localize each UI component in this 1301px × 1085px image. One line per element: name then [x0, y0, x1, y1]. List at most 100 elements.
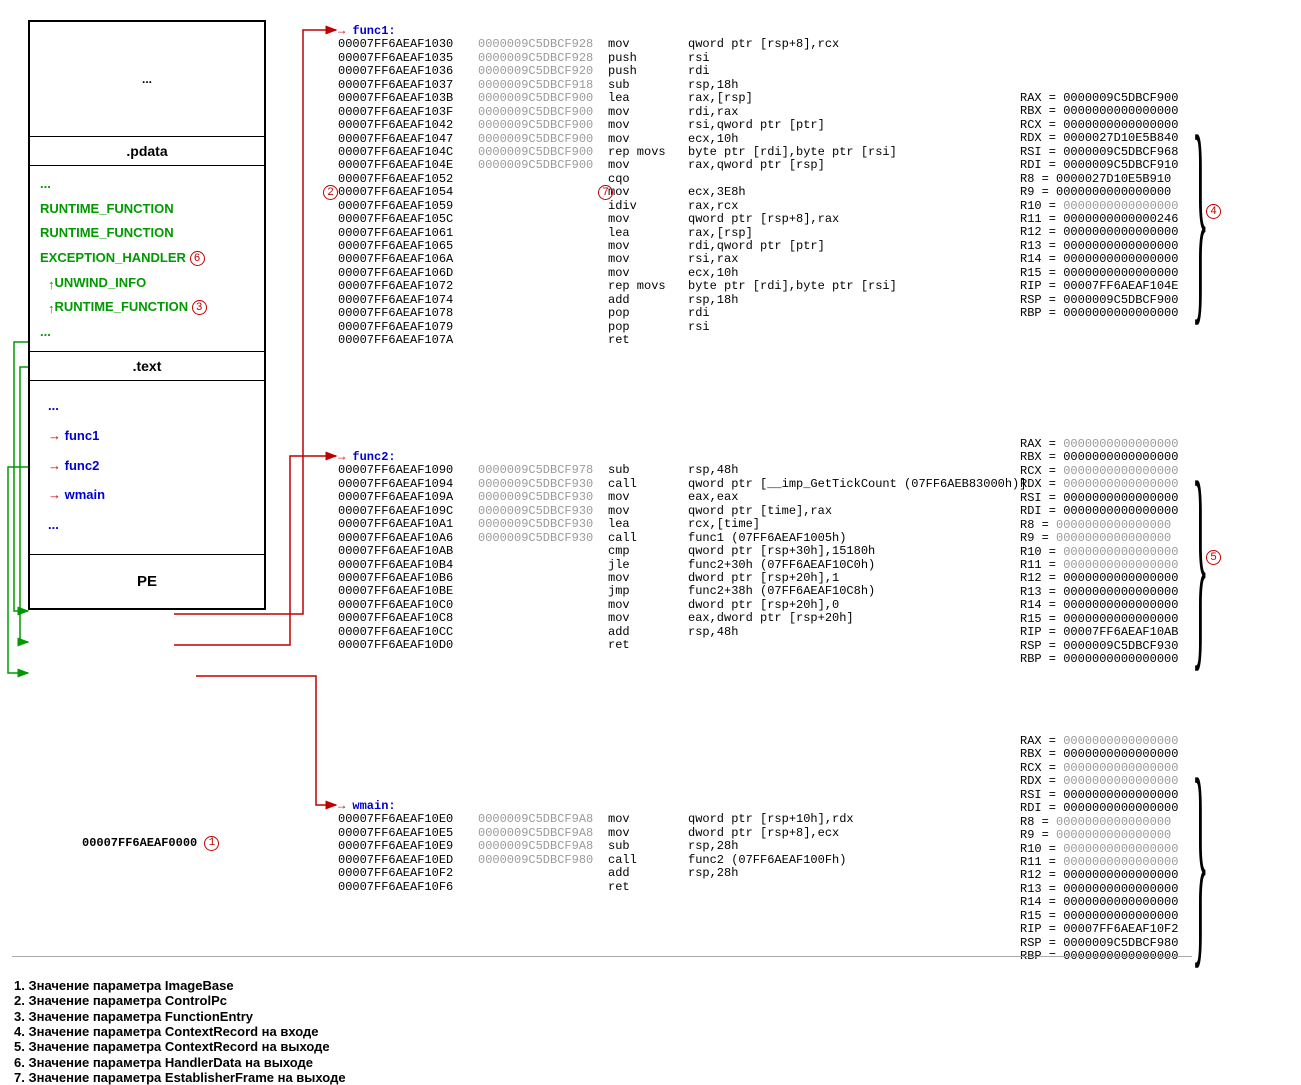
pdata-item-runtime-function: ↑RUNTIME_FUNCTION 3: [48, 295, 254, 320]
register-row: R14 = 0000000000000000: [1020, 599, 1178, 612]
register-row: R13 = 0000000000000000: [1020, 240, 1178, 253]
func2-rows: 00007FF6AEAF10900000009C5DBCF978subrsp,4…: [338, 464, 1026, 652]
brace-icon: }: [1192, 745, 1209, 975]
disasm-row: 00007FF6AEAF10350000009C5DBCF928pushrsi: [338, 52, 897, 65]
disasm-row: 00007FF6AEAF10360000009C5DBCF920pushrdi: [338, 65, 897, 78]
text-section-header: .text: [30, 352, 264, 381]
pdata-item: ...: [40, 320, 254, 345]
disasm-row: 00007FF6AEAF106Dmovecx,10h: [338, 267, 897, 280]
register-row: R10 = 0000000000000000: [1020, 200, 1178, 213]
register-row: RIP = 00007FF6AEAF10AB: [1020, 626, 1178, 639]
marker-1: 1: [204, 836, 219, 851]
marker-5: 5: [1206, 550, 1221, 565]
pdata-section-header: .pdata: [30, 137, 264, 166]
pe-layout-table: ... .pdata ... RUNTIME_FUNCTION RUNTIME_…: [28, 20, 266, 610]
pdata-body: ... RUNTIME_FUNCTION RUNTIME_FUNCTION EX…: [30, 166, 264, 352]
pdata-item-exception-handler: EXCEPTION_HANDLER 6: [40, 246, 254, 271]
disasm-row: 00007FF6AEAF10C8moveax,dword ptr [rsp+20…: [338, 612, 1026, 625]
marker-6: 6: [190, 251, 205, 266]
register-row: RBX = 0000000000000000: [1020, 105, 1178, 118]
register-row: R8 = 0000027D10E5B910: [1020, 173, 1178, 186]
disasm-row: 00007FF6AEAF10E50000009C5DBCF9A8movdword…: [338, 827, 854, 840]
disasm-row: 00007FF6AEAF10420000009C5DBCF900movrsi,q…: [338, 119, 897, 132]
pdata-item: ...: [40, 172, 254, 197]
disasm-row: 00007FF6AEAF10900000009C5DBCF978subrsp,4…: [338, 464, 1026, 477]
register-row: R9 = 0000000000000000: [1020, 186, 1178, 199]
disasm-row: 00007FF6AEAF10BEjmpfunc2+38h (07FF6AEAF1…: [338, 585, 1026, 598]
disasm-row: 00007FF6AEAF1052cqo: [338, 173, 897, 186]
register-row: R12 = 0000000000000000: [1020, 572, 1178, 585]
register-row: R13 = 0000000000000000: [1020, 883, 1178, 896]
disasm-row: 00007FF6AEAF103B0000009C5DBCF900learax,[…: [338, 92, 897, 105]
disasm-row: 00007FF6AEAF10A10000009C5DBCF930learcx,[…: [338, 518, 1026, 531]
disasm-row: 00007FF6AEAF109C0000009C5DBCF930movqword…: [338, 505, 1026, 518]
legend-item: 1. Значение параметра ImageBase: [14, 978, 346, 993]
disasm-row: 00007FF6AEAF1061learax,[rsp]: [338, 227, 897, 240]
wmain-rows: 00007FF6AEAF10E00000009C5DBCF9A8movqword…: [338, 813, 854, 894]
register-row: RSP = 0000009C5DBCF930: [1020, 640, 1178, 653]
disasm-row: 00007FF6AEAF10D0ret: [338, 639, 1026, 652]
register-row: RDX = 0000027D10E5B840: [1020, 132, 1178, 145]
registers-block-3: RAX = 0000000000000000RBX = 000000000000…: [1020, 735, 1178, 963]
disasm-row: 00007FF6AEAF10A60000009C5DBCF930callfunc…: [338, 532, 1026, 545]
pdata-item-unwind-info: ↑UNWIND_INFO: [48, 271, 254, 296]
func1-label: func1:: [352, 24, 395, 38]
legend-item: 4. Значение параметра ContextRecord на в…: [14, 1024, 346, 1039]
register-row: RSI = 0000000000000000: [1020, 789, 1178, 802]
register-row: R8 = 0000000000000000: [1020, 519, 1178, 532]
register-row: R8 = 0000000000000000: [1020, 816, 1178, 829]
disasm-row: 00007FF6AEAF1079poprsi: [338, 321, 897, 334]
legend-item: 5. Значение параметра ContextRecord на в…: [14, 1039, 346, 1054]
disasm-row: 00007FF6AEAF10B6movdword ptr [rsp+20h],1: [338, 572, 1026, 585]
register-row: R15 = 0000000000000000: [1020, 613, 1178, 626]
disasm-row: 00007FF6AEAF103F0000009C5DBCF900movrdi,r…: [338, 106, 897, 119]
register-row: R10 = 0000000000000000: [1020, 546, 1178, 559]
brace-icon: }: [1192, 448, 1209, 678]
register-row: RBX = 0000000000000000: [1020, 451, 1178, 464]
divider: [12, 956, 1192, 957]
disasm-row: 00007FF6AEAF107Aret: [338, 334, 897, 347]
brace-icon: }: [1192, 102, 1209, 332]
registers-block-1: RAX = 0000009C5DBCF900RBX = 000000000000…: [1020, 92, 1178, 320]
register-row: RAX = 0000000000000000: [1020, 735, 1178, 748]
disasm-row: 00007FF6AEAF10C0movdword ptr [rsp+20h],0: [338, 599, 1026, 612]
pe-header-label: PE: [30, 555, 264, 608]
legend-item: 3. Значение параметра FunctionEntry: [14, 1009, 346, 1024]
text-item: ...: [48, 391, 254, 421]
marker-2: 2: [323, 185, 338, 200]
legend-item: 2. Значение параметра ControlPc: [14, 993, 346, 1008]
register-row: R9 = 0000000000000000: [1020, 829, 1178, 842]
register-row: RSP = 0000009C5DBCF980: [1020, 937, 1178, 950]
disasm-row: 00007FF6AEAF10300000009C5DBCF928movqword…: [338, 38, 897, 51]
disasm-row: 00007FF6AEAF1065movrdi,qword ptr [ptr]: [338, 240, 897, 253]
text-body: ... → func1 → func2 → wmain ...: [30, 381, 264, 555]
disasm-row: 00007FF6AEAF10CCaddrsp,48h: [338, 626, 1026, 639]
disasm-row: 00007FF6AEAF10ED0000009C5DBCF980callfunc…: [338, 854, 854, 867]
disasm-row: 00007FF6AEAF106Amovrsi,rax: [338, 253, 897, 266]
register-row: RCX = 0000000000000000: [1020, 762, 1178, 775]
disasm-row: 00007FF6AEAF1078poprdi: [338, 307, 897, 320]
disasm-row: 00007FF6AEAF10ABcmpqword ptr [rsp+30h],1…: [338, 545, 1026, 558]
register-row: RDI = 0000000000000000: [1020, 802, 1178, 815]
pdata-item-runtime-function: RUNTIME_FUNCTION: [40, 221, 254, 246]
wmain-label: wmain:: [352, 799, 395, 813]
marker-4: 4: [1206, 204, 1221, 219]
register-row: R11 = 0000000000000000: [1020, 856, 1178, 869]
register-row: RBX = 0000000000000000: [1020, 748, 1178, 761]
register-row: R12 = 0000000000000000: [1020, 226, 1178, 239]
register-row: R9 = 0000000000000000: [1020, 532, 1178, 545]
register-row: RDI = 0000000000000000: [1020, 505, 1178, 518]
disasm-row: 00007FF6AEAF10370000009C5DBCF918subrsp,1…: [338, 79, 897, 92]
disasm-row: 00007FF6AEAF10F6ret: [338, 881, 854, 894]
marker-3: 3: [192, 300, 207, 315]
func1-rows: 00007FF6AEAF10300000009C5DBCF928movqword…: [338, 38, 897, 347]
register-row: R11 = 0000000000000246: [1020, 213, 1178, 226]
legend-item: 6. Значение параметра HandlerData на вых…: [14, 1055, 346, 1070]
register-row: RCX = 0000000000000000: [1020, 119, 1178, 132]
disasm-row: 00007FF6AEAF1054movecx,3E8h: [338, 186, 897, 199]
register-row: R13 = 0000000000000000: [1020, 586, 1178, 599]
disasm-row: 00007FF6AEAF10E00000009C5DBCF9A8movqword…: [338, 813, 854, 826]
register-row: RAX = 0000000000000000: [1020, 438, 1178, 451]
register-row: R11 = 0000000000000000: [1020, 559, 1178, 572]
register-row: RDX = 0000000000000000: [1020, 478, 1178, 491]
